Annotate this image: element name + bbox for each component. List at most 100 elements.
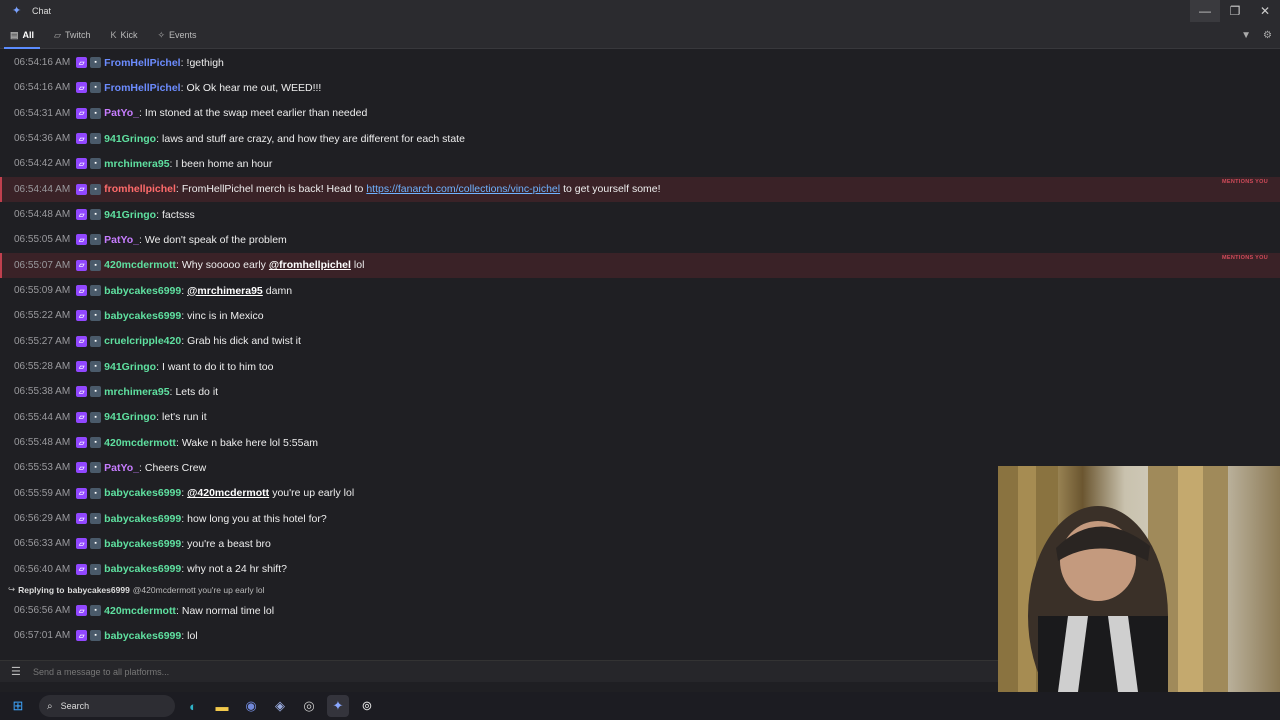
search-icon: ⌕ [47,700,53,712]
chat-username[interactable]: PatYo_ [104,107,139,119]
subscriber-badge-icon: ▪ [90,82,102,94]
message-link[interactable]: https://fanarch.com/collections/vinc-pic… [366,183,560,195]
twitch-badge-icon: ▱ [76,462,88,474]
user-mention[interactable]: @420mcdermott [187,487,269,499]
username-separator: : [180,56,184,69]
message-timestamp: 06:54:44 AM [14,183,71,195]
message-text: Why sooooo early [181,259,266,272]
twitch-badge-icon: ▱ [76,335,88,347]
chat-username[interactable]: mrchimera95 [104,386,169,398]
subscriber-badge-icon: ▪ [90,630,102,642]
message-timestamp: 06:56:56 AM [14,605,71,617]
subscriber-badge-icon: ▪ [90,310,102,322]
subscriber-badge-icon: ▪ [90,335,102,347]
message-text: Naw normal time lol [181,604,275,617]
twitch-badge-icon: ▱ [76,605,88,617]
tab-twitch[interactable]: ▱ Twitch [44,22,100,49]
username-separator: : [181,309,185,322]
tab-label: All [22,30,35,40]
message-text: Lets do it [175,385,219,398]
message-text: We don't speak of the problem [144,233,287,246]
steam-icon[interactable]: ◈ [269,695,291,717]
message-text: let's run it [162,411,207,424]
chat-message: 06:54:16 AM ▱ ▪ FromHellPichel: Ok Ok hear m… [0,75,1280,100]
username-separator: : [181,335,185,348]
twitch-icon: ▱ [54,29,61,40]
chat-username[interactable]: 420mcdermott [104,259,176,271]
discord-icon[interactable]: ◉ [240,695,262,717]
user-mention[interactable]: @fromhellpichel [269,259,351,271]
twitch-badge-icon: ▱ [76,285,88,297]
chat-username[interactable]: babycakes6999 [104,630,181,642]
gear-icon[interactable]: ⚙ [1263,30,1272,41]
message-text: why not a 24 hr shift? [187,563,287,576]
twitch-badge-icon: ▱ [76,411,88,423]
chat-username[interactable]: 420mcdermott [104,605,176,617]
taskbar-search[interactable]: ⌕ Search [39,695,175,717]
chat-username[interactable]: 941Gringo [104,361,156,373]
message-text: Cheers Crew [144,461,207,474]
user-mention[interactable]: @mrchimera95 [187,285,263,297]
username-separator: : [181,537,185,550]
chat-message: 06:54:36 AM ▱ ▪ 941Gringo: laws and stuff ar… [0,126,1280,151]
chat-username[interactable]: babycakes6999 [104,285,181,297]
chat-username[interactable]: babycakes6999 [104,538,181,550]
chat-message: 06:54:31 AM ▱ ▪ PatYo_: Im stoned at the swa… [0,101,1280,126]
chat-username[interactable]: FromHellPichel [104,57,180,69]
chat-username[interactable]: 420mcdermott [104,437,176,449]
message-timestamp: 06:55:48 AM [14,437,71,449]
minimize-button[interactable]: — [1190,0,1220,22]
tab-events[interactable]: ✧ Events [148,22,207,49]
chat-username[interactable]: babycakes6999 [104,563,181,575]
chat-app-taskbar-icon[interactable]: ✦ [327,695,349,717]
edge-browser-icon[interactable]: ◐ [182,695,204,717]
tab-all[interactable]: ▤ All [0,22,44,49]
subscriber-badge-icon: ▪ [90,361,102,373]
restore-button[interactable]: ❐ [1220,0,1250,22]
message-text: Wake n bake here lol 5:55am [181,436,319,449]
obs-icon[interactable]: ⊚ [356,695,378,717]
chat-username[interactable]: babycakes6999 [104,513,181,525]
chat-username[interactable]: 941Gringo [104,133,156,145]
chat-username[interactable]: 941Gringo [104,411,156,423]
chat-username[interactable]: babycakes6999 [104,310,181,322]
chat-username[interactable]: 941Gringo [104,209,156,221]
subscriber-badge-icon: ▪ [90,563,102,575]
message-input[interactable] [33,663,933,680]
chat-username[interactable]: PatYo_ [104,462,139,474]
username-separator: : [181,629,185,642]
tab-kick[interactable]: K Kick [100,22,147,49]
message-text: laws and stuff are crazy, and how they a… [162,132,465,145]
windows-start-icon[interactable]: ⊞ [7,695,29,717]
file-explorer-icon[interactable]: ▬ [211,695,233,717]
username-separator: : [181,512,185,525]
subscriber-badge-icon: ▪ [90,209,102,221]
menu-icon[interactable]: ☰ [11,665,25,679]
taskbar-search-label: Search [60,701,90,711]
chat-username[interactable]: fromhellpichel [104,183,176,195]
chat-message: 06:54:42 AM ▱ ▪ mrchimera95: I been home an … [0,151,1280,176]
message-text: Im stoned at the swap meet earlier than … [144,107,368,120]
message-text: factsss [162,208,195,221]
message-timestamp: 06:55:44 AM [14,411,71,423]
chat-username[interactable]: cruelcripple420 [104,335,181,347]
twitch-badge-icon: ▱ [76,183,88,195]
kick-icon: K [110,30,117,40]
chat-username[interactable]: babycakes6999 [104,487,181,499]
chat-username[interactable]: FromHellPichel [104,82,180,94]
message-text: how long you at this hotel for? [187,512,327,525]
twitch-badge-icon: ▱ [76,158,88,170]
message-text: I been home an hour [175,157,273,170]
username-separator: : [138,461,142,474]
message-timestamp: 06:54:16 AM [14,82,71,94]
subscriber-badge-icon: ▪ [90,538,102,550]
message-text: Ok Ok hear me out, WEED!!! [186,81,322,94]
message-timestamp: 06:55:59 AM [14,487,71,499]
chat-message: 06:55:05 AM ▱ ▪ PatYo_: We don't speak of th… [0,227,1280,252]
chat-username[interactable]: mrchimera95 [104,158,169,170]
chat-username[interactable]: PatYo_ [104,234,139,246]
close-button[interactable]: ✕ [1250,0,1280,22]
filter-icon[interactable]: ▼ [1241,30,1251,41]
window-title: Chat [32,6,52,16]
app-icon[interactable]: ◎ [298,695,320,717]
